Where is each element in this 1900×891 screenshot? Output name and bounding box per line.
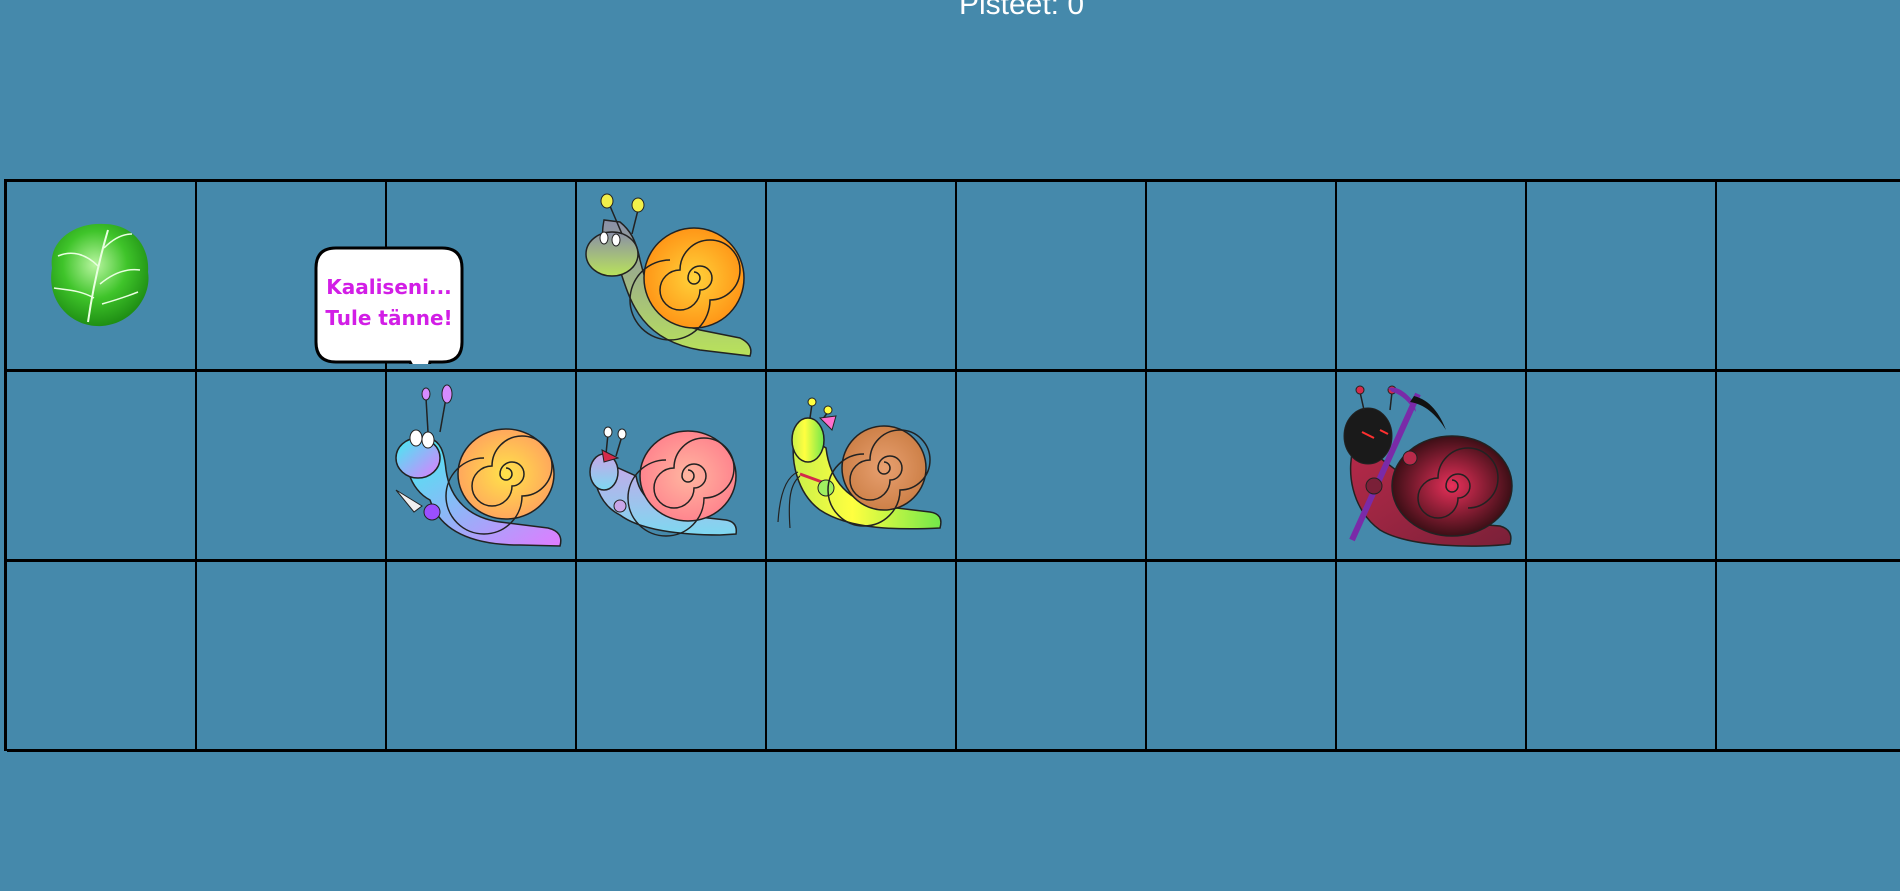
board-cell[interactable] xyxy=(577,562,767,752)
board-cell[interactable] xyxy=(1527,182,1717,372)
board-cell[interactable] xyxy=(387,372,577,562)
board-cell[interactable] xyxy=(767,562,957,752)
board-cell[interactable] xyxy=(387,562,577,752)
board-cell[interactable] xyxy=(197,562,387,752)
board-cell[interactable] xyxy=(1147,372,1337,562)
board-cell[interactable] xyxy=(577,182,767,372)
score-display: Pisteet: 0 xyxy=(958,0,1085,21)
board-cell[interactable] xyxy=(1527,562,1717,752)
board-cell[interactable] xyxy=(7,562,197,752)
board-cell[interactable] xyxy=(1337,182,1527,372)
speech-text: Kaaliseni... Tule tänne! xyxy=(316,272,462,334)
board-cell[interactable] xyxy=(1337,562,1527,752)
board-cell[interactable] xyxy=(957,562,1147,752)
board-cell[interactable] xyxy=(1527,372,1717,562)
board-cell[interactable] xyxy=(577,372,767,562)
board-cell[interactable] xyxy=(1717,562,1900,752)
speech-line-2: Tule tänne! xyxy=(325,306,453,330)
board-cell[interactable] xyxy=(1717,372,1900,562)
board-cell[interactable] xyxy=(1337,372,1527,562)
board-cell[interactable] xyxy=(197,372,387,562)
board-cell[interactable] xyxy=(1717,182,1900,372)
board-cell[interactable] xyxy=(7,372,197,562)
board-cell[interactable] xyxy=(767,372,957,562)
board-cell[interactable] xyxy=(767,182,957,372)
board-cell[interactable] xyxy=(957,182,1147,372)
board-cell[interactable] xyxy=(1147,562,1337,752)
speech-line-1: Kaaliseni... xyxy=(326,275,452,299)
board-cell[interactable] xyxy=(957,372,1147,562)
board-cell[interactable] xyxy=(1147,182,1337,372)
game-board xyxy=(4,179,1900,752)
board-cell[interactable] xyxy=(7,182,197,372)
